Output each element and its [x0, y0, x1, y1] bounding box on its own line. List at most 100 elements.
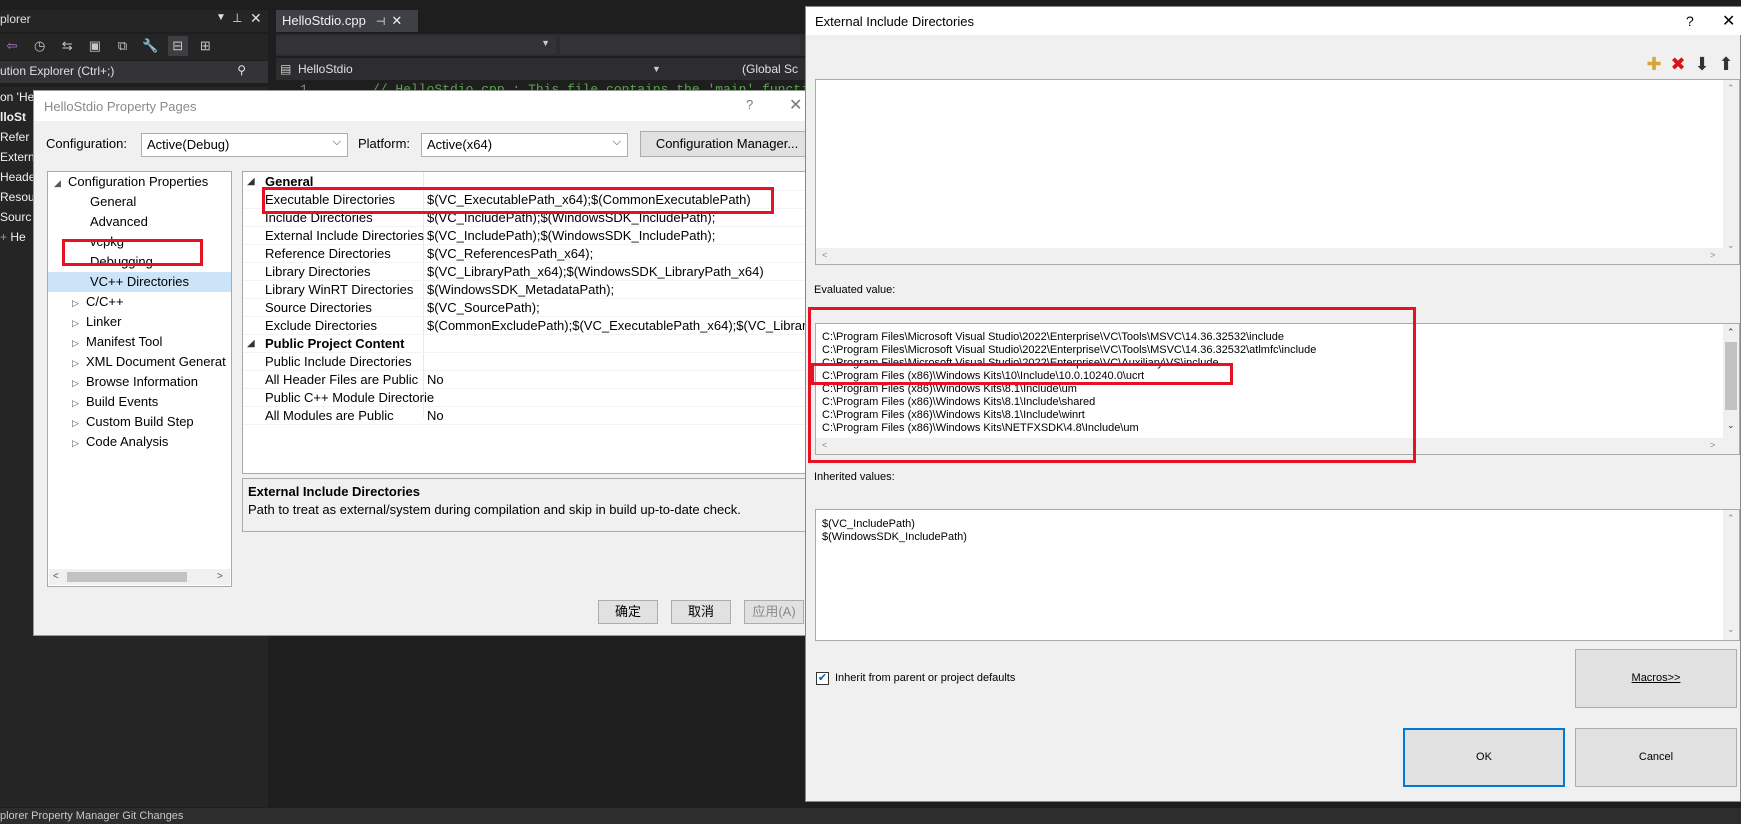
tree-node-configuration-properties[interactable]: ◢ Configuration Properties	[54, 172, 208, 192]
solution-explorer-search[interactable]: ution Explorer (Ctrl+;) ⚲	[0, 61, 268, 83]
collapse-all-icon[interactable]: ▣	[85, 36, 105, 56]
ok-button[interactable]: 确定	[598, 600, 658, 624]
tree-node-manifest-tool[interactable]: ▷ Manifest Tool	[72, 332, 162, 352]
inherit-checkbox-label[interactable]: Inherit from parent or project defaults	[835, 672, 1015, 684]
scroll-right-icon[interactable]: >	[217, 571, 223, 582]
class-view-icon[interactable]: ⊞	[195, 36, 215, 56]
editor-tab[interactable]: HelloStdio.cpp ⊣ ✕	[276, 10, 418, 32]
tree-node-build-events[interactable]: ▷ Build Events	[72, 392, 158, 412]
tree-node-code-analysis[interactable]: ▷ Code Analysis	[72, 432, 168, 452]
property-value[interactable]: $(VC_IncludePath);$(WindowsSDK_IncludePa…	[427, 227, 715, 245]
properties-icon[interactable]: 🔧	[140, 36, 160, 56]
inherited-values-box[interactable]: $(VC_IncludePath) $(WindowsSDK_IncludePa…	[815, 509, 1740, 641]
property-row[interactable]: Reference Directories $(VC_ReferencesPath…	[243, 245, 813, 263]
scroll-left-icon[interactable]: <	[53, 571, 59, 582]
evaluated-value-label: Evaluated value:	[814, 284, 896, 296]
property-name: All Header Files are Public	[265, 372, 419, 387]
property-row[interactable]: Library Directories $(VC_LibraryPath_x64)…	[243, 263, 813, 281]
delete-icon[interactable]: ✖	[1666, 52, 1690, 76]
tree-node-c-cpp[interactable]: ▷ C/C++	[72, 292, 124, 312]
close-icon[interactable]: ✕	[391, 13, 402, 28]
scroll-down-icon[interactable]: ⌄	[1727, 420, 1735, 431]
vertical-scrollbar[interactable]: ⌃ ⌄	[1723, 80, 1739, 264]
cancel-button[interactable]: Cancel	[1575, 728, 1737, 787]
horizontal-scrollbar[interactable]: < >	[49, 569, 230, 585]
close-icon[interactable]: ✕	[789, 95, 802, 115]
horizontal-scrollbar[interactable]: < >	[816, 248, 1723, 264]
move-down-icon[interactable]: ⬇	[1690, 52, 1714, 76]
history-icon[interactable]: ◷	[30, 36, 50, 56]
help-icon[interactable]: ?	[1686, 13, 1694, 29]
tree-node-custom-build-step[interactable]: ▷ Custom Build Step	[72, 412, 194, 432]
bottom-tabs-text[interactable]: plorer Property Manager Git Changes	[0, 810, 183, 822]
scroll-right-icon[interactable]: >	[1710, 250, 1715, 260]
pin-icon[interactable]: ⊣	[376, 16, 386, 28]
help-icon[interactable]: ?	[746, 97, 753, 112]
description-text: Path to treat as external/system during …	[248, 502, 741, 517]
scrollbar-thumb[interactable]	[67, 572, 187, 582]
add-file-icon: +	[0, 230, 11, 244]
tree-node-browse-information[interactable]: ▷ Browse Information	[72, 372, 198, 392]
navigation-dropdown[interactable]: ▼	[276, 36, 556, 54]
configuration-manager-button[interactable]: Configuration Manager...	[640, 131, 814, 157]
dialog-title: External Include Directories	[815, 14, 974, 29]
pin-icon[interactable]: ⊥	[232, 11, 242, 25]
cancel-button[interactable]: 取消	[671, 600, 731, 624]
vertical-scrollbar[interactable]: ⌃ ⌄	[1723, 324, 1739, 454]
chevron-down-icon[interactable]: ▼	[652, 58, 661, 80]
switch-views-icon[interactable]: ⇆	[57, 36, 77, 56]
property-value[interactable]: $(WindowsSDK_MetadataPath);	[427, 281, 614, 299]
section-public-project-content[interactable]: ◢ Public Project Content	[243, 335, 813, 353]
property-row[interactable]: Source Directories $(VC_SourcePath);	[243, 299, 813, 317]
scroll-up-icon[interactable]: ⌃	[1727, 83, 1735, 94]
property-value[interactable]: $(VC_ReferencesPath_x64);	[427, 245, 593, 263]
sync-icon[interactable]: ⇦	[2, 36, 22, 56]
property-row[interactable]: Library WinRT Directories $(WindowsSDK_Me…	[243, 281, 813, 299]
close-icon[interactable]: ✕	[1722, 11, 1735, 31]
property-value[interactable]: $(VC_SourcePath);	[427, 299, 540, 317]
property-value[interactable]: $(VC_LibraryPath_x64);$(WindowsSDK_Libra…	[427, 263, 764, 281]
property-row[interactable]: Exclude Directories $(CommonExcludePath);…	[243, 317, 813, 335]
property-value[interactable]: No	[427, 407, 444, 425]
property-row[interactable]: All Modules are Public No	[243, 407, 813, 425]
scroll-down-icon[interactable]: ⌄	[1727, 624, 1735, 635]
platform-select[interactable]: Active(x64) ⌵	[421, 133, 628, 157]
property-category-tree: ◢ Configuration Properties General Advanc…	[47, 171, 232, 587]
move-up-icon[interactable]: ⬆	[1714, 52, 1738, 76]
macros-button[interactable]: Macros>>	[1575, 649, 1737, 708]
scroll-right-icon[interactable]: >	[1710, 440, 1715, 450]
ok-button[interactable]: OK	[1403, 728, 1565, 787]
configuration-select[interactable]: Active(Debug) ⌵	[141, 133, 348, 157]
property-row[interactable]: Public C++ Module Directorie	[243, 389, 813, 407]
scope-dropdown[interactable]: (Global Sc	[742, 58, 798, 80]
apply-button[interactable]: 应用(A)	[744, 600, 804, 624]
project-dropdown[interactable]: HelloStdio	[298, 58, 353, 80]
property-row[interactable]: External Include Directories $(VC_Include…	[243, 227, 813, 245]
close-icon[interactable]: ✕	[250, 10, 262, 27]
property-row[interactable]: Public Include Directories	[243, 353, 813, 371]
navigation-dropdown-2[interactable]	[560, 36, 800, 54]
tree-node-xml-document[interactable]: ▷ XML Document Generat	[72, 352, 226, 372]
scrollbar-thumb[interactable]	[1725, 342, 1737, 410]
section-label: Public Project Content	[265, 336, 405, 351]
vertical-scrollbar[interactable]: ⌃ ⌄	[1723, 510, 1739, 640]
tree-node-linker[interactable]: ▷ Linker	[72, 312, 121, 332]
show-all-files-icon[interactable]: ⧉	[113, 36, 133, 56]
property-value[interactable]: $(CommonExcludePath);$(VC_ExecutablePath…	[427, 317, 806, 335]
scroll-up-icon[interactable]: ⌃	[1727, 327, 1735, 338]
tree-node-vc-directories[interactable]: VC++ Directories	[48, 272, 231, 292]
inherit-checkbox[interactable]: ✔	[816, 672, 829, 685]
dropdown-icon[interactable]: ▼	[216, 12, 226, 23]
scroll-left-icon[interactable]: <	[822, 250, 827, 260]
property-value[interactable]: No	[427, 371, 444, 389]
search-icon[interactable]: ⚲	[237, 63, 246, 77]
scroll-down-icon[interactable]: ⌄	[1727, 240, 1735, 251]
tree-node-general[interactable]: General	[90, 192, 136, 212]
scroll-up-icon[interactable]: ⌃	[1727, 513, 1735, 524]
highlight-ucrt-line	[811, 363, 1233, 385]
directories-edit-box[interactable]: ⌃ ⌄ < >	[815, 79, 1740, 265]
new-line-icon[interactable]: ✚	[1642, 52, 1666, 76]
preview-icon[interactable]: ⊟	[167, 36, 188, 56]
property-row[interactable]: All Header Files are Public No	[243, 371, 813, 389]
tree-node-advanced[interactable]: Advanced	[90, 212, 148, 232]
